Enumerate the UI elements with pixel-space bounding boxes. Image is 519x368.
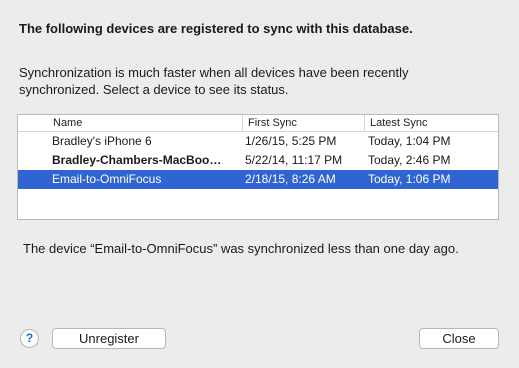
table-row[interactable]: Bradley-Chambers-MacBoo… 5/22/14, 11:17 …: [18, 151, 498, 170]
sync-status-message: The device “Email-to-OmniFocus” was sync…: [23, 241, 459, 256]
first-sync: 5/22/14, 11:17 PM: [245, 153, 343, 167]
device-name: Bradley's iPhone 6: [52, 134, 152, 148]
column-header-name[interactable]: Name: [48, 115, 242, 131]
devices-table[interactable]: Name First Sync Latest Sync Bradley's iP…: [17, 114, 499, 220]
latest-sync: Today, 1:04 PM: [368, 134, 451, 148]
device-name: Bradley-Chambers-MacBoo…: [52, 153, 222, 167]
first-sync: 1/26/15, 5:25 PM: [245, 134, 337, 148]
help-button[interactable]: ?: [20, 329, 39, 348]
close-button[interactable]: Close: [419, 328, 499, 349]
dialog-description: Synchronization is much faster when all …: [19, 65, 409, 97]
dialog-heading: The following devices are registered to …: [19, 21, 413, 36]
latest-sync: Today, 2:46 PM: [368, 153, 451, 167]
first-sync: 2/18/15, 8:26 AM: [245, 172, 336, 186]
device-name: Email-to-OmniFocus: [52, 172, 162, 186]
column-header-latest-sync[interactable]: Latest Sync: [364, 115, 498, 131]
latest-sync: Today, 1:06 PM: [368, 172, 451, 186]
table-row-selected[interactable]: Email-to-OmniFocus 2/18/15, 8:26 AM Toda…: [18, 170, 498, 189]
table-row[interactable]: Bradley's iPhone 6 1/26/15, 5:25 PM Toda…: [18, 132, 498, 151]
table-header: Name First Sync Latest Sync: [18, 115, 498, 132]
column-header-first-sync[interactable]: First Sync: [242, 115, 364, 131]
unregister-button[interactable]: Unregister: [52, 328, 166, 349]
